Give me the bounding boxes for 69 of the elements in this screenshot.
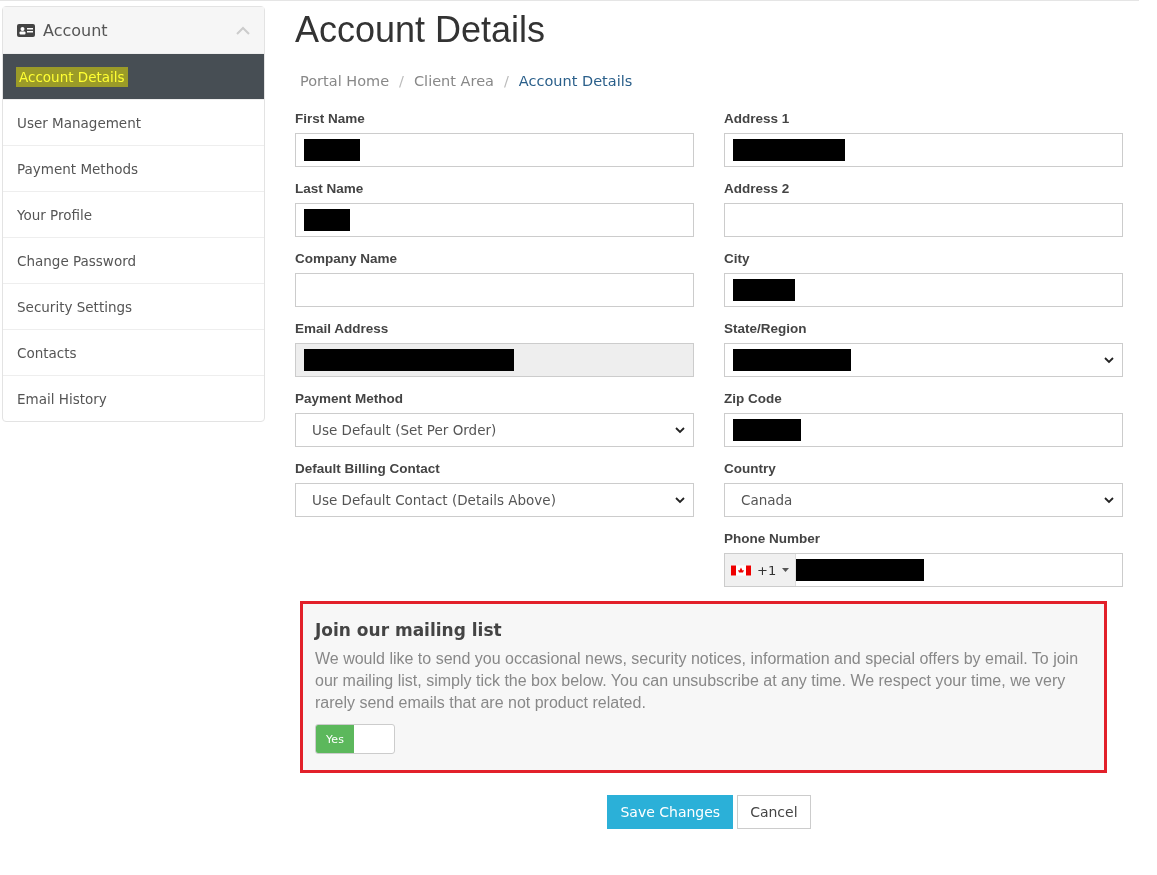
field-label: Address 1 <box>724 111 791 126</box>
flag-icon <box>731 564 751 576</box>
chevron-down-icon <box>1104 496 1114 504</box>
input-field[interactable] <box>724 273 1123 307</box>
field-label: First Name <box>295 111 366 126</box>
redaction-bar <box>733 279 795 301</box>
sidebar-item[interactable]: Your Profile <box>3 191 264 237</box>
page-title: Account Details <box>295 9 547 51</box>
mailing-list-text: We would like to send you occasional news, security notices, information and special offers by email. To join our mailing list, simply tick the box below. You can unsubscribe at any time. We respect your time, we very rarely send emails that are not product related. <box>315 649 1080 713</box>
input-field[interactable] <box>295 133 694 167</box>
sidebar-item[interactable]: Payment Methods <box>3 145 264 191</box>
field-label: State/Region <box>724 321 808 336</box>
redaction-bar <box>304 209 350 231</box>
input-field[interactable] <box>724 203 1123 237</box>
field-label: Default Billing Contact <box>295 461 441 476</box>
input-field[interactable] <box>724 413 1123 447</box>
sidebar-item[interactable]: Change Password <box>3 237 264 283</box>
sidebar-item-label: Payment Methods <box>17 160 139 177</box>
sidebar-title: Account <box>43 20 109 40</box>
breadcrumb-link[interactable]: Portal Home <box>300 73 390 89</box>
input-field[interactable] <box>724 133 1123 167</box>
breadcrumb-link[interactable]: Account Details <box>518 73 633 89</box>
field-label: Last Name <box>295 181 365 196</box>
cancel-button[interactable]: Cancel <box>737 795 811 829</box>
sidebar-item-label: Security Settings <box>17 298 133 315</box>
sidebar-item-label: Change Password <box>17 252 137 269</box>
chevron-icon <box>236 25 250 35</box>
sidebar-header[interactable]: Account <box>3 7 264 53</box>
select-field[interactable] <box>724 343 1123 377</box>
chevron-down-icon <box>675 496 685 504</box>
select-field[interactable]: Canada <box>724 483 1123 517</box>
sidebar-item[interactable]: User Management <box>3 99 264 145</box>
sidebar-item[interactable]: Email History <box>3 375 264 421</box>
input-field[interactable] <box>295 273 694 307</box>
field-label: Address 2 <box>724 181 791 196</box>
sidebar-item-label: User Management <box>17 114 141 131</box>
field-label: Company Name <box>295 251 399 266</box>
redaction-bar <box>733 419 801 441</box>
field-label: Phone Number <box>724 531 821 546</box>
field-value: Use Default (Set Per Order) <box>311 422 497 438</box>
breadcrumb-separator: / <box>503 73 509 89</box>
field-value: Use Default Contact (Details Above) <box>311 492 556 508</box>
sidebar-item-label: Account Details <box>17 67 127 86</box>
select-field[interactable]: Use Default (Set Per Order) <box>295 413 694 447</box>
toggle-label: Yes <box>316 725 354 753</box>
country-code-picker[interactable]: +1 <box>725 554 797 586</box>
field-label: Zip Code <box>724 391 783 406</box>
field-label: City <box>724 251 751 266</box>
caret-icon <box>782 568 790 572</box>
field-label: Country <box>724 461 777 476</box>
mailing-list-title: Join our mailing list <box>315 620 503 640</box>
sidebar-item-label: Your Profile <box>17 206 93 223</box>
chevron-down-icon <box>1104 356 1114 364</box>
sidebar-item-label: Contacts <box>17 344 77 361</box>
field-label: Email Address <box>295 321 390 336</box>
field-value: Canada <box>740 492 793 508</box>
sidebar-item[interactable]: Contacts <box>3 329 264 375</box>
redaction-bar <box>304 139 360 161</box>
field-label: Payment Method <box>295 391 404 406</box>
sidebar-item-label: Email History <box>17 390 107 407</box>
dial-code: +1 <box>757 562 777 578</box>
breadcrumb-link[interactable]: Client Area <box>414 73 494 89</box>
input-field[interactable] <box>295 203 694 237</box>
select-field[interactable]: Use Default Contact (Details Above) <box>295 483 694 517</box>
breadcrumb-separator: / <box>399 73 404 89</box>
id-card-icon <box>17 23 35 37</box>
sidebar-item[interactable]: Security Settings <box>3 283 264 329</box>
chevron-down-icon <box>675 426 685 434</box>
phone-input[interactable]: +1 <box>724 553 1123 587</box>
